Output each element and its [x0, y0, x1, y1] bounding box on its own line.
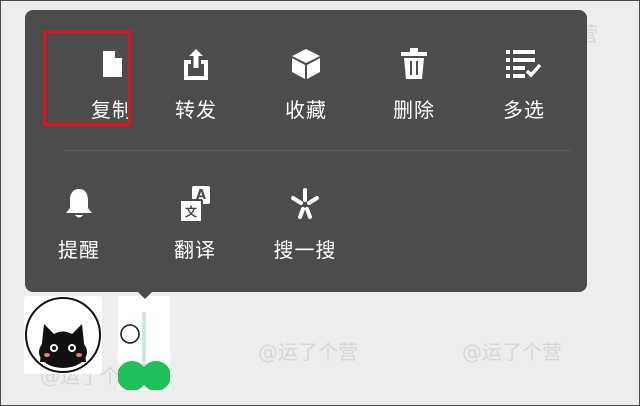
trash-icon [396, 46, 432, 82]
remind-label: 提醒 [58, 238, 100, 262]
forward-label: 转发 [175, 98, 217, 122]
delete-label: 删除 [393, 98, 435, 122]
menu-divider [65, 150, 571, 151]
watermark: @运了个营 [462, 340, 562, 364]
black-cat-avatar-icon [25, 297, 101, 373]
share-icon [178, 46, 214, 82]
watermark: @运了个营 [258, 340, 358, 364]
sticker-message[interactable] [117, 296, 171, 391]
cube-icon [288, 46, 324, 82]
avatar[interactable] [24, 296, 102, 374]
sparkle-icon [287, 186, 323, 222]
checklist-icon [506, 46, 542, 82]
multi-select-button[interactable]: 多选 [474, 46, 574, 142]
translate-glyph-front: 文 [179, 199, 203, 223]
bell-icon [61, 186, 97, 222]
menu-pointer-caret [136, 290, 154, 299]
favorite-button[interactable]: 收藏 [256, 46, 356, 142]
translate-icon: A 文 [177, 186, 213, 223]
favorite-label: 收藏 [285, 98, 327, 122]
delete-button[interactable]: 删除 [364, 46, 464, 142]
translate-label: 翻译 [174, 238, 216, 262]
forward-button[interactable]: 转发 [146, 46, 246, 142]
search-button[interactable]: 搜一搜 [255, 186, 355, 282]
remind-button[interactable]: 提醒 [29, 186, 129, 282]
translate-button[interactable]: A 文 翻译 [145, 186, 245, 282]
search-label: 搜一搜 [273, 238, 337, 262]
plant-sticker-icon [117, 296, 171, 391]
copy-highlight-box [43, 30, 131, 126]
multi-select-label: 多选 [503, 98, 545, 122]
